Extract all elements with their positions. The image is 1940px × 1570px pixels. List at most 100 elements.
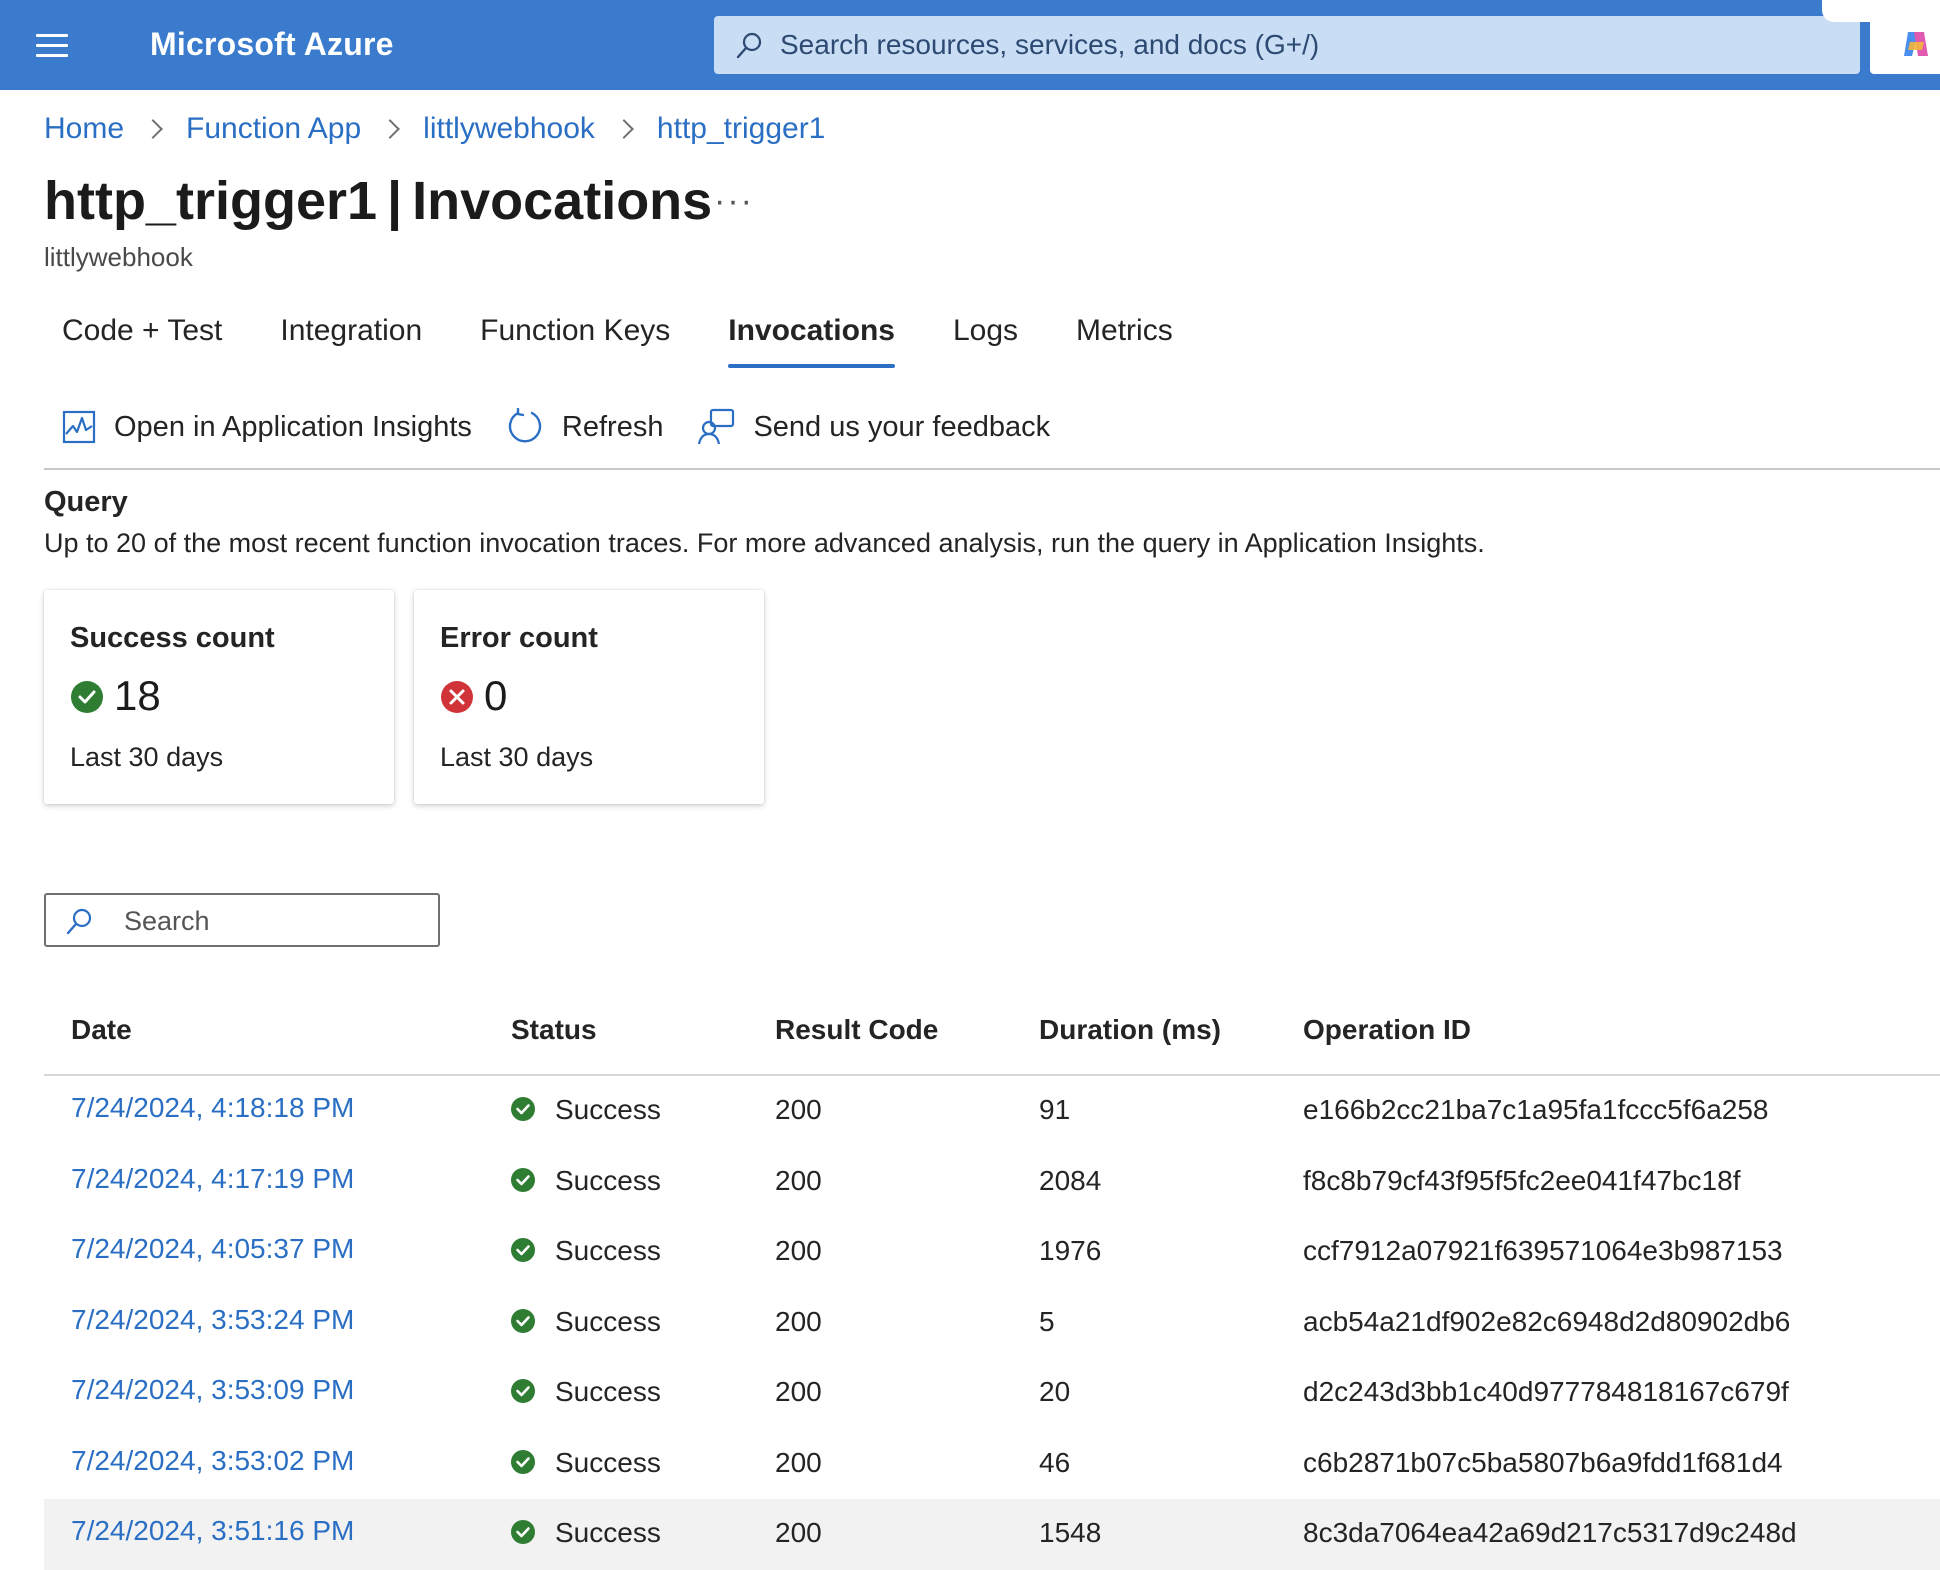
more-options-button[interactable]: ··· — [714, 182, 754, 221]
tab-integration[interactable]: Integration — [280, 314, 422, 362]
invocation-date-link[interactable]: 7/24/2024, 4:18:18 PM — [71, 1092, 354, 1124]
chevron-right-icon — [614, 119, 634, 139]
status-text: Success — [555, 1164, 661, 1196]
table-row[interactable]: 7/24/2024, 4:18:18 PM Success 200 91 e166b2c… — [44, 1076, 1940, 1147]
success-count-card: Success count 18 Last 30 days — [44, 590, 394, 804]
operation-id: ccf7912a07921f639571064e3b987153 — [1303, 1235, 1783, 1266]
duration-ms: 91 — [1039, 1094, 1071, 1125]
breadcrumb-function-app[interactable]: Function App — [186, 112, 361, 146]
open-in-app-insights-button[interactable]: Open in Application Insights — [62, 410, 472, 444]
page-title-separator: | — [387, 171, 403, 231]
error-count-title: Error count — [440, 622, 598, 654]
operation-id: e166b2cc21ba7c1a95fa1fccc5f6a258 — [1303, 1094, 1769, 1125]
result-code: 200 — [775, 1446, 822, 1478]
page-subtitle: littlywebhook — [44, 242, 193, 272]
table-row[interactable]: 7/24/2024, 3:53:24 PM Success 200 5 acb54a21… — [44, 1288, 1940, 1359]
column-header-duration[interactable]: Duration (ms) — [1039, 1014, 1221, 1046]
open-in-app-insights-label: Open in Application Insights — [114, 410, 472, 443]
duration-ms: 20 — [1039, 1376, 1071, 1407]
error-count-card: Error count 0 Last 30 days — [414, 590, 764, 804]
copilot-icon — [1904, 32, 1928, 56]
success-count-title: Success count — [70, 622, 275, 654]
duration-ms: 1976 — [1039, 1235, 1102, 1266]
invocations-search-input[interactable] — [124, 903, 424, 939]
top-bar: Microsoft Azure Search resources, servic… — [0, 0, 1940, 90]
invocation-date-link[interactable]: 7/24/2024, 3:53:24 PM — [71, 1304, 354, 1336]
success-check-icon — [511, 1097, 535, 1121]
breadcrumb: Home Function App littlywebhook http_tri… — [44, 112, 825, 146]
status-text: Success — [555, 1446, 661, 1478]
global-search-placeholder: Search resources, services, and docs (G+… — [780, 29, 1320, 60]
page-title: http_trigger1 | Invocations — [44, 170, 712, 232]
success-count-period: Last 30 days — [70, 742, 224, 772]
brand-title[interactable]: Microsoft Azure — [150, 26, 394, 63]
global-search-input[interactable]: Search resources, services, and docs (G+… — [714, 16, 1860, 74]
invocation-date-link[interactable]: 7/24/2024, 3:53:02 PM — [71, 1445, 354, 1477]
duration-ms: 5 — [1039, 1305, 1055, 1337]
result-code: 200 — [775, 1094, 822, 1125]
refresh-button[interactable]: Refresh — [506, 408, 664, 446]
refresh-label: Refresh — [561, 410, 664, 443]
error-count-period: Last 30 days — [440, 742, 594, 772]
chevron-right-icon — [380, 119, 401, 139]
column-header-status[interactable]: Status — [511, 1014, 597, 1046]
table-row[interactable]: 7/24/2024, 3:51:16 PM Success 200 1548 8c3da… — [44, 1499, 1940, 1570]
table-row[interactable]: 7/24/2024, 3:53:02 PM Success 200 46 c6b2871… — [44, 1429, 1940, 1500]
error-count-value: 0 — [484, 672, 508, 719]
copilot-button[interactable] — [1870, 16, 1940, 74]
result-code: 200 — [775, 1235, 822, 1266]
app-insights-chart-icon — [62, 410, 96, 444]
feedback-icon — [698, 408, 735, 445]
invocation-date-link[interactable]: 7/24/2024, 3:53:09 PM — [71, 1374, 354, 1406]
operation-id: d2c243d3bb1c40d977784818167c679f — [1303, 1376, 1789, 1407]
breadcrumb-littlywebhook[interactable]: littlywebhook — [423, 112, 595, 146]
invocation-date-link[interactable]: 7/24/2024, 4:05:37 PM — [71, 1233, 354, 1265]
result-code: 200 — [775, 1164, 822, 1196]
section-description: Up to 20 of the most recent function inv… — [44, 528, 1485, 558]
error-x-icon — [441, 681, 473, 713]
success-count-value: 18 — [114, 672, 161, 719]
breadcrumb-home[interactable]: Home — [44, 112, 124, 146]
result-code: 200 — [775, 1376, 822, 1407]
tab-invocations[interactable]: Invocations — [728, 314, 895, 368]
table-row[interactable]: 7/24/2024, 4:05:37 PM Success 200 1976 ccf79… — [44, 1217, 1940, 1288]
search-icon — [736, 32, 762, 59]
duration-ms: 46 — [1039, 1446, 1071, 1478]
column-header-result-code[interactable]: Result Code — [775, 1014, 938, 1046]
invocations-table: Date Status Result Code Duration (ms) Op… — [44, 1000, 1940, 1570]
topbar-corner — [1822, 0, 1940, 22]
page-title-resource: http_trigger1 — [44, 171, 378, 231]
breadcrumb-http-trigger1[interactable]: http_trigger1 — [657, 112, 825, 146]
status-text: Success — [555, 1517, 661, 1548]
status-text: Success — [555, 1094, 661, 1125]
tab-code-test[interactable]: Code + Test — [62, 314, 222, 362]
duration-ms: 1548 — [1039, 1517, 1102, 1548]
success-check-icon — [511, 1308, 535, 1333]
column-header-operation-id[interactable]: Operation ID — [1303, 1014, 1471, 1046]
success-check-icon — [511, 1167, 535, 1192]
tab-logs[interactable]: Logs — [953, 314, 1018, 362]
operation-id: f8c8b79cf43f95f5fc2ee041f47bc18f — [1303, 1164, 1741, 1196]
chevron-right-icon — [143, 119, 163, 139]
refresh-icon — [508, 408, 542, 443]
operation-id: acb54a21df902e82c6948d2d80902db6 — [1303, 1305, 1791, 1337]
status-text: Success — [555, 1235, 661, 1266]
tab-function-keys[interactable]: Function Keys — [480, 314, 670, 362]
invocation-date-link[interactable]: 7/24/2024, 3:51:16 PM — [71, 1515, 354, 1547]
column-header-date[interactable]: Date — [71, 1014, 132, 1046]
invocation-date-link[interactable]: 7/24/2024, 4:17:19 PM — [71, 1163, 354, 1195]
success-check-icon — [511, 1379, 535, 1403]
success-check-icon — [511, 1449, 535, 1474]
table-row[interactable]: 7/24/2024, 3:53:09 PM Success 200 20 d2c243d… — [44, 1358, 1940, 1429]
table-header: Date Status Result Code Duration (ms) Op… — [44, 1000, 1940, 1076]
table-row[interactable]: 7/24/2024, 4:17:19 PM Success 200 2084 f8c8b… — [44, 1147, 1940, 1218]
section-title: Query — [44, 486, 128, 518]
send-feedback-button[interactable]: Send us your feedback — [697, 408, 1050, 446]
status-text: Success — [555, 1376, 661, 1407]
invocations-search — [44, 893, 440, 947]
menu-icon[interactable] — [36, 34, 70, 58]
divider — [44, 468, 1940, 470]
tab-metrics[interactable]: Metrics — [1076, 314, 1173, 362]
status-text: Success — [555, 1305, 661, 1337]
duration-ms: 2084 — [1039, 1164, 1102, 1196]
